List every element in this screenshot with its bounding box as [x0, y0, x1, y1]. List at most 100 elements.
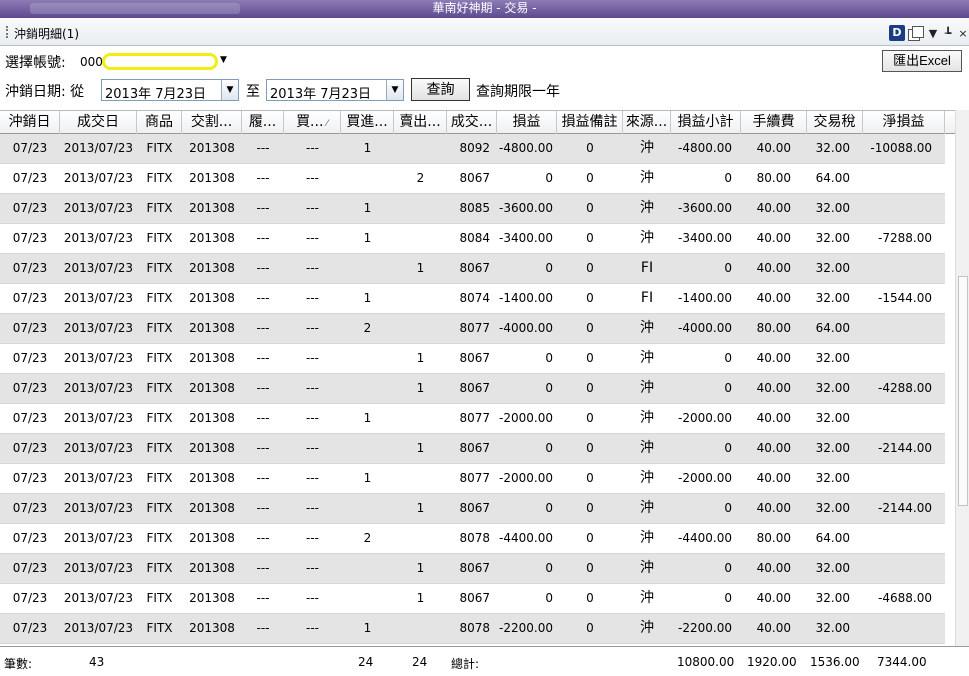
query-toolbar: 選擇帳號: 000 ▼ 匯出Excel 沖銷日期: 從 2013年 7月23日 …	[0, 46, 969, 110]
table-row[interactable]: 07/23 2013/07/23 FITX 201308 --- --- 1 8067 0 0 沖 0…	[0, 494, 945, 524]
vertical-scrollbar[interactable]	[955, 110, 969, 646]
table-cell: 沖	[640, 320, 654, 336]
table-cell: 40.00	[756, 261, 791, 275]
table-row[interactable]: 07/23 2013/07/23 FITX 201308 --- --- 2 8077 -400…	[0, 314, 945, 344]
column-header[interactable]: 損益備註	[557, 111, 623, 134]
table-row[interactable]: 07/23 2013/07/23 FITX 201308 --- --- 1 8078 -220…	[0, 614, 945, 644]
table-cell: 40.00	[756, 471, 791, 485]
table-row[interactable]: 07/23 2013/07/23 FITX 201308 --- --- 1 8092 -480…	[0, 134, 945, 164]
table-cell: ---	[306, 351, 319, 365]
date-from-picker[interactable]: 2013年 7月23日 ▼	[101, 79, 239, 102]
table-cell: ---	[256, 411, 270, 425]
table-cell: 32.00	[815, 501, 850, 515]
table-cell: -2000.00	[499, 411, 553, 425]
table-cell: FITX	[146, 531, 173, 545]
table-cell: ---	[306, 291, 319, 305]
table-cell: 07/23	[12, 411, 48, 425]
table-cell: -3600.00	[499, 201, 553, 215]
table-row[interactable]: 07/23 2013/07/23 FITX 201308 --- --- 1 8084 -340…	[0, 224, 945, 254]
table-cell: 201308	[189, 471, 235, 485]
column-header-label: 淨損益	[882, 114, 925, 130]
column-header[interactable]: 來源...	[623, 111, 671, 134]
table-cell: 1	[416, 351, 425, 365]
table-cell	[341, 494, 394, 523]
table-cell: 1	[363, 141, 372, 155]
table-cell	[394, 464, 447, 493]
table-cell: 0	[586, 591, 594, 605]
table-row[interactable]: 07/23 2013/07/23 FITX 201308 --- --- 1 8077 -200…	[0, 464, 945, 494]
table-cell: 沖	[640, 530, 654, 546]
table-cell: 0	[586, 471, 594, 485]
table-cell: 07/23	[12, 171, 48, 185]
table-cell: 40.00	[756, 231, 791, 245]
table-cell: 201308	[189, 561, 235, 575]
table-cell: 0	[586, 291, 594, 305]
account-select[interactable]: 000 ▼	[78, 53, 230, 71]
copy-window-icon[interactable]	[908, 26, 924, 41]
column-header[interactable]: 買... ⁄	[284, 111, 341, 134]
column-header[interactable]: 買進...	[341, 111, 394, 134]
chevron-down-icon[interactable]: ▼	[220, 55, 227, 65]
column-header[interactable]: 成交日	[60, 111, 137, 134]
table-cell: 1	[363, 291, 372, 305]
table-cell: 07/23	[12, 291, 48, 305]
date-to-picker[interactable]: 2013年 7月23日 ▼	[266, 79, 404, 102]
query-button[interactable]: 查詢	[411, 78, 470, 101]
table-row[interactable]: 07/23 2013/07/23 FITX 201308 --- --- 1 8067 0 0 沖 0…	[0, 374, 945, 404]
close-icon[interactable]: ×	[957, 27, 969, 40]
table-cell: ---	[256, 171, 270, 185]
table-row[interactable]: 07/23 2013/07/23 FITX 201308 --- --- 1 8085 -360…	[0, 194, 945, 224]
table-cell: 0	[545, 561, 553, 575]
column-header[interactable]: 沖銷日	[0, 111, 60, 134]
table-cell: 07/23	[12, 201, 48, 215]
table-cell: 1	[416, 501, 425, 515]
table-row[interactable]: 07/23 2013/07/23 FITX 201308 --- --- 2 8067 0 0 沖 0…	[0, 164, 945, 194]
date-to-value: 2013年 7月23日	[270, 87, 372, 102]
column-header[interactable]: 賣出...	[394, 111, 447, 134]
table-cell: ---	[306, 201, 319, 215]
table-row[interactable]: 07/23 2013/07/23 FITX 201308 --- --- 1 8077 -200…	[0, 404, 945, 434]
table-cell: 0	[586, 351, 594, 365]
table-cell: -7288.00	[878, 231, 932, 245]
table-row[interactable]: 07/23 2013/07/23 FITX 201308 --- --- 1 8067 0 0 沖 0…	[0, 434, 945, 464]
export-excel-button[interactable]: 匯出Excel	[882, 50, 962, 72]
column-header[interactable]: 交割...	[182, 111, 242, 134]
column-header[interactable]: 商品	[137, 111, 182, 134]
table-cell: -4000.00	[499, 321, 553, 335]
table-cell: ---	[256, 321, 270, 335]
scrollbar-thumb[interactable]	[958, 276, 968, 506]
table-cell	[341, 374, 394, 403]
column-header[interactable]: 成交...	[447, 111, 497, 134]
table-row[interactable]: 07/23 2013/07/23 FITX 201308 --- --- 1 8074 -140…	[0, 284, 945, 314]
column-header[interactable]: 損益	[497, 111, 557, 134]
column-header-label: 成交...	[450, 114, 493, 130]
column-header[interactable]: 手續費	[741, 111, 807, 134]
table-cell: 201308	[189, 501, 235, 515]
table-cell: 32.00	[815, 471, 850, 485]
date-range-label: 沖銷日期: 從	[5, 84, 85, 100]
column-header[interactable]: 損益小計	[671, 111, 741, 134]
table-cell: 40.00	[756, 591, 791, 605]
table-cell: 0	[545, 381, 553, 395]
table-cell: -4288.00	[878, 381, 932, 395]
pin-icon[interactable]: ┺	[942, 27, 954, 40]
column-header[interactable]: 淨損益	[863, 111, 945, 134]
table-row[interactable]: 07/23 2013/07/23 FITX 201308 --- --- 2 8078 -440…	[0, 524, 945, 554]
calendar-dropdown-icon[interactable]: ▼	[386, 80, 403, 100]
table-row[interactable]: 07/23 2013/07/23 FITX 201308 --- --- 1 8067 0 0 沖 0…	[0, 554, 945, 584]
table-cell: 0	[586, 381, 594, 395]
table-cell: 8074	[459, 291, 490, 305]
table-cell: 201308	[189, 141, 235, 155]
column-header-label: 商品	[145, 114, 173, 130]
table-cell: 8085	[459, 201, 490, 215]
table-row[interactable]: 07/23 2013/07/23 FITX 201308 --- --- 1 8067 0 0 FI…	[0, 254, 945, 284]
table-row[interactable]: 07/23 2013/07/23 FITX 201308 --- --- 1 8067 0 0 沖 0…	[0, 584, 945, 614]
dropdown-arrow-icon[interactable]: ▼	[927, 27, 939, 40]
table-cell: 2	[363, 321, 372, 335]
d-app-icon[interactable]: D	[889, 25, 905, 41]
table-cell: 0	[586, 411, 594, 425]
column-header[interactable]: 交易稅	[807, 111, 863, 134]
column-header[interactable]: 履...	[242, 111, 284, 134]
calendar-dropdown-icon[interactable]: ▼	[221, 80, 238, 100]
table-row[interactable]: 07/23 2013/07/23 FITX 201308 --- --- 1 8067 0 0 沖 0…	[0, 344, 945, 374]
